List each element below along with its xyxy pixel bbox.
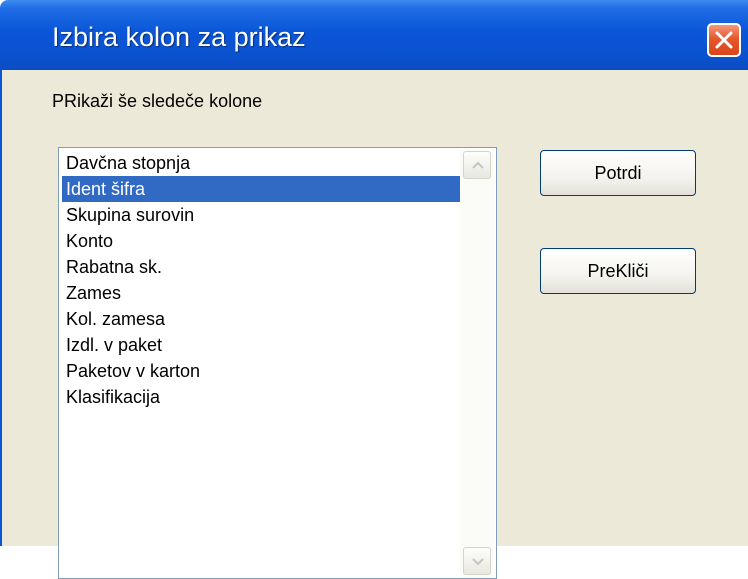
scroll-up-button[interactable]	[463, 151, 491, 179]
list-item[interactable]: Zames	[62, 280, 460, 306]
list-item[interactable]: Klasifikacija	[62, 384, 460, 410]
dialog-window: Izbira kolon za prikaz PRikaži še sledeč…	[0, 0, 748, 579]
dialog-body: PRikaži še sledeče kolone Davčna stopnja…	[0, 70, 748, 579]
vertical-scrollbar[interactable]	[460, 149, 494, 577]
confirm-button[interactable]: Potrdi	[540, 150, 696, 196]
title-bar[interactable]: Izbira kolon za prikaz	[0, 0, 748, 70]
columns-listbox[interactable]: Davčna stopnja Ident šifra Skupina surovin…	[58, 147, 497, 579]
cancel-button[interactable]: PreKliči	[540, 248, 696, 294]
list-item[interactable]: Konto	[62, 228, 460, 254]
close-button[interactable]	[707, 23, 741, 57]
list-item[interactable]: Ident šifra	[62, 176, 460, 202]
list-item[interactable]: Davčna stopnja	[62, 150, 460, 176]
list-item[interactable]: Skupina surovin	[62, 202, 460, 228]
columns-list: Davčna stopnja Ident šifra Skupina surovin…	[62, 150, 460, 410]
scroll-down-button[interactable]	[463, 547, 491, 575]
window-title: Izbira kolon za prikaz	[52, 22, 306, 52]
columns-prompt-label: PRikaži še sledeče kolone	[52, 91, 262, 112]
chevron-up-icon	[472, 161, 484, 169]
list-item[interactable]: Kol. zamesa	[62, 306, 460, 332]
list-item[interactable]: Rabatna sk.	[62, 254, 460, 280]
chevron-down-icon	[472, 558, 484, 566]
prompt-text: PRikaži še sledeče kolone	[52, 91, 263, 111]
close-icon	[715, 31, 733, 49]
list-item[interactable]: Paketov v karton	[62, 358, 460, 384]
list-item[interactable]: Izdl. v paket	[62, 332, 460, 358]
